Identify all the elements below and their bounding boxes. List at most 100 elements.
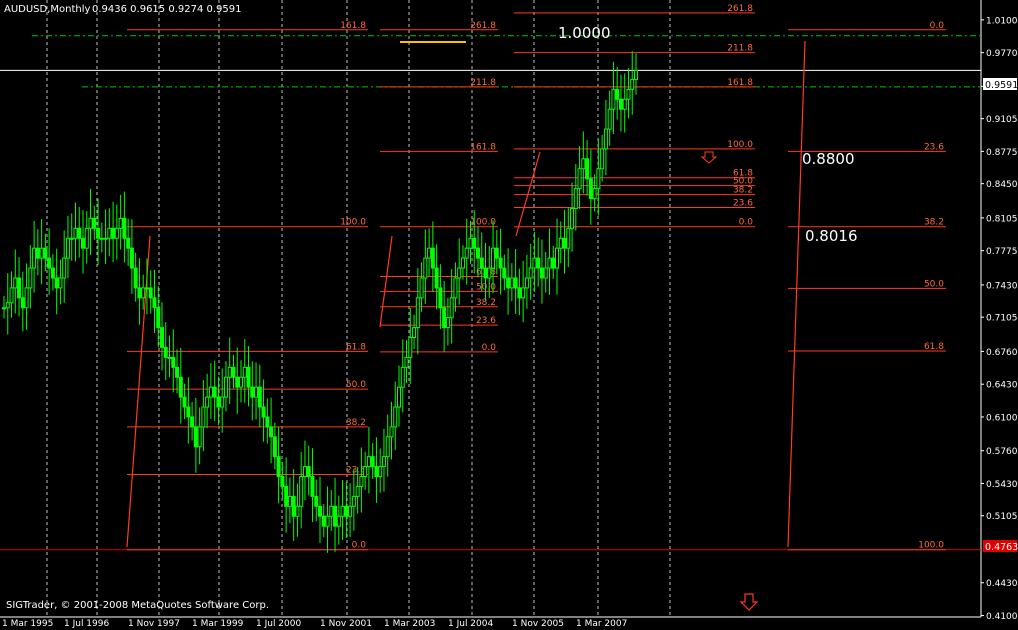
candle	[449, 269, 454, 344]
candle	[62, 230, 67, 303]
price-tick-label: 0.8775	[986, 148, 1018, 158]
candle-body	[28, 267, 33, 289]
candle-body	[276, 456, 281, 478]
candle	[588, 149, 593, 225]
candle-body	[223, 376, 228, 398]
candle-body	[231, 366, 236, 378]
time-tick-label: 1 Mar 1999	[192, 619, 244, 629]
candle	[434, 244, 439, 310]
candle-body	[536, 257, 541, 269]
candle-body	[212, 386, 217, 398]
candle-body	[494, 247, 499, 259]
candle-body	[118, 217, 123, 229]
candle-body	[524, 277, 529, 289]
candle-body	[374, 466, 379, 478]
candle	[205, 373, 210, 429]
candle	[524, 254, 529, 309]
candle	[175, 349, 180, 394]
fib-level-label: 23.6	[476, 316, 496, 326]
candle-body	[539, 267, 544, 279]
candle	[239, 360, 243, 403]
candle-body	[460, 257, 465, 269]
candle-body	[329, 505, 334, 517]
fib-level-label: 38.2	[733, 186, 753, 196]
candle-body	[600, 148, 605, 170]
candle-body	[370, 456, 375, 468]
price-tick-label: 0.6760	[986, 348, 1018, 358]
candle	[133, 252, 138, 302]
candle-body	[314, 495, 319, 507]
candle	[310, 448, 315, 522]
annotation-text: 0.8016	[805, 227, 858, 245]
candle	[299, 451, 304, 529]
candle-body	[284, 485, 289, 507]
candle-body	[577, 168, 582, 190]
fib-level-label: 161.8	[470, 142, 496, 152]
fib-level-label: 100.0	[918, 541, 944, 551]
candle	[99, 222, 104, 253]
candle	[126, 218, 131, 266]
candle-body	[400, 366, 405, 388]
candle	[585, 140, 590, 196]
candle	[603, 99, 608, 176]
candle-body	[603, 128, 608, 150]
candle-body	[141, 287, 146, 299]
candle-body	[506, 277, 511, 289]
candle	[570, 182, 575, 252]
candle-body	[321, 515, 326, 527]
candle	[555, 218, 559, 295]
candle	[359, 447, 364, 513]
candle	[148, 270, 153, 314]
candle-body	[152, 297, 157, 309]
fib-level-label: 50.0	[346, 380, 366, 390]
candle	[412, 314, 417, 350]
candle	[88, 188, 93, 255]
current-price-label: 0.9591	[985, 80, 1018, 91]
candle-body	[171, 356, 176, 368]
candle-body	[423, 257, 428, 279]
candle	[235, 347, 240, 414]
candle-body	[434, 267, 439, 289]
candle-body	[393, 406, 398, 428]
chart-window[interactable]: 161.8 100.0 61.8 50.0 38.2 23.6 0.0 261.8 211.8 1…	[0, 0, 1018, 630]
candle-body	[96, 227, 101, 239]
candle-body	[186, 406, 191, 418]
candle-body	[299, 476, 304, 507]
candle	[24, 263, 29, 330]
price-tick-label: 0.9105	[986, 115, 1018, 125]
candle-body	[17, 277, 22, 299]
candle-body	[148, 287, 153, 299]
fib-A: 161.8100.061.850.038.223.60.0	[126, 21, 368, 551]
candle	[107, 208, 112, 257]
candle	[340, 479, 345, 540]
candle-body	[472, 237, 477, 249]
candle	[374, 437, 379, 503]
candle	[622, 73, 627, 133]
candle-body	[114, 227, 119, 239]
candle	[220, 368, 225, 433]
candle	[201, 380, 206, 452]
candle-body	[88, 217, 93, 229]
candle-body	[430, 247, 435, 269]
fib-level-label: 261.8	[470, 21, 496, 31]
price-chart[interactable]: 161.8100.061.850.038.223.60.0261.8211.81…	[0, 0, 1018, 630]
price-tick-label: 0.9770	[986, 49, 1018, 59]
candle	[197, 407, 202, 465]
candle	[103, 209, 108, 265]
candle	[378, 448, 383, 493]
candle-body	[588, 178, 593, 200]
candle-body	[615, 88, 620, 100]
price-tick-label: 0.5760	[986, 447, 1018, 457]
candle	[254, 362, 259, 420]
candle-body	[581, 158, 586, 170]
candle-body	[24, 287, 29, 309]
candle-body	[190, 416, 195, 428]
candle	[366, 426, 371, 494]
candle	[558, 221, 563, 264]
price-tick-label: 0.4430	[986, 579, 1018, 589]
candle	[129, 219, 134, 295]
candle-body	[103, 237, 108, 240]
time-tick-label: 1 Nov 2005	[512, 619, 564, 629]
candle	[65, 215, 70, 279]
candle	[118, 194, 123, 250]
